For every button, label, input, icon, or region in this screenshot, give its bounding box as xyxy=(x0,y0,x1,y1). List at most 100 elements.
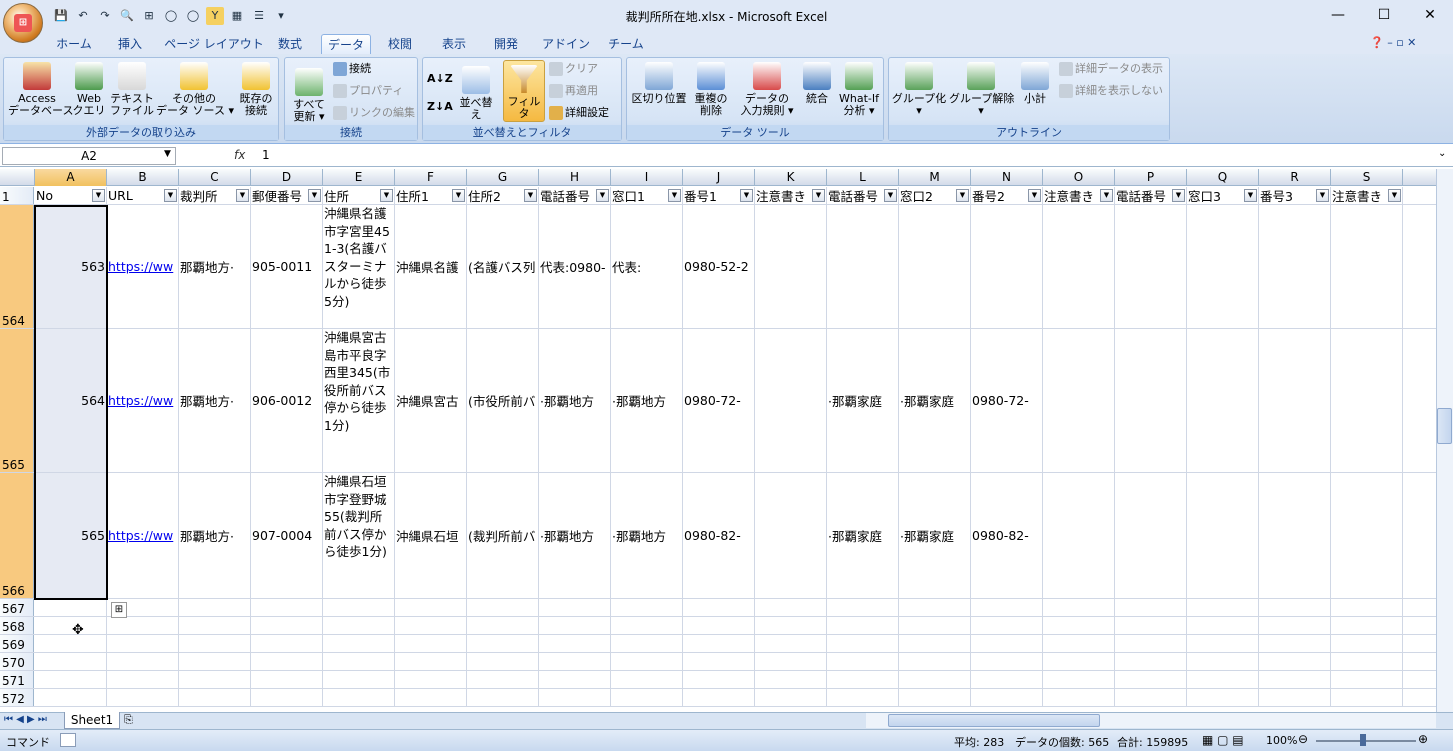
cell-m[interactable] xyxy=(899,653,971,670)
filter-dropdown-icon[interactable]: ▼ xyxy=(524,189,537,202)
column-header-o[interactable]: O xyxy=(1043,169,1115,186)
cell-b[interactable] xyxy=(107,617,179,634)
cell-b[interactable] xyxy=(107,653,179,670)
header-cell-r[interactable]: 番号3 ▼ xyxy=(1259,187,1331,204)
minimize-button[interactable]: — xyxy=(1315,0,1361,30)
cell-r[interactable] xyxy=(1259,599,1331,616)
header-cell-s[interactable]: 注意書き ▼ xyxy=(1331,187,1403,204)
cell-f[interactable] xyxy=(395,599,467,616)
cell-b[interactable] xyxy=(107,671,179,688)
cell-a[interactable]: 563 xyxy=(35,205,107,328)
row-header[interactable]: 572 xyxy=(0,689,34,706)
tab-data[interactable]: データ xyxy=(321,34,371,54)
cell-e[interactable] xyxy=(323,671,395,688)
group-button[interactable]: グループ化 ▾ xyxy=(891,62,947,117)
column-header-j[interactable]: J xyxy=(683,169,755,186)
cell-f[interactable]: 沖縄県石垣 xyxy=(395,473,467,598)
header-cell-l[interactable]: 電話番号 ▼ xyxy=(827,187,899,204)
cell-e[interactable] xyxy=(323,689,395,706)
cell-g[interactable] xyxy=(467,599,539,616)
cell-d[interactable] xyxy=(251,635,323,652)
remove-duplicates-button[interactable]: 重複の 削除 xyxy=(691,62,731,117)
sort-za-icon[interactable]: Z↓A xyxy=(427,98,453,116)
cell-c[interactable]: 那覇地方· xyxy=(179,473,251,598)
cell-q[interactable] xyxy=(1187,599,1259,616)
refresh-all-button[interactable]: すべて 更新 ▾ xyxy=(289,68,329,123)
header-cell-i[interactable]: 窓口1 ▼ xyxy=(611,187,683,204)
header-cell-m[interactable]: 窓口2 ▼ xyxy=(899,187,971,204)
cell-f[interactable]: 沖縄県宮古 xyxy=(395,329,467,472)
cell-j[interactable] xyxy=(683,635,755,652)
cell-i[interactable] xyxy=(611,671,683,688)
cell-q[interactable] xyxy=(1187,617,1259,634)
header-cell-g[interactable]: 住所2 ▼ xyxy=(467,187,539,204)
column-header-f[interactable]: F xyxy=(395,169,467,186)
what-if-button[interactable]: What-If 分析 ▾ xyxy=(837,62,881,117)
column-header-i[interactable]: I xyxy=(611,169,683,186)
cell-c[interactable] xyxy=(179,617,251,634)
cell-f[interactable] xyxy=(395,653,467,670)
zoom-slider-thumb[interactable] xyxy=(1360,734,1366,746)
other-sources-button[interactable]: その他の データ ソース ▾ xyxy=(156,62,234,117)
ungroup-button[interactable]: グループ解除 ▾ xyxy=(949,62,1014,117)
access-button[interactable]: Access データベース xyxy=(8,62,73,117)
cell-d[interactable]: 905-0011 xyxy=(251,205,323,328)
cell-n[interactable]: 0980-82- xyxy=(971,473,1043,598)
cell-o[interactable] xyxy=(1043,205,1115,328)
cell-l[interactable] xyxy=(827,635,899,652)
cell-j[interactable]: 0980-72- xyxy=(683,329,755,472)
sheet-tab-sheet1[interactable]: Sheet1 xyxy=(64,712,120,729)
cell-n[interactable]: 0980-72- xyxy=(971,329,1043,472)
sheet-nav-icons[interactable]: ⏮ ◀ ▶ ⏭ xyxy=(4,714,47,725)
cell-j[interactable] xyxy=(683,617,755,634)
cell-l[interactable]: ·那覇家庭 xyxy=(827,473,899,598)
cell-k[interactable] xyxy=(755,689,827,706)
cell-c[interactable] xyxy=(179,635,251,652)
horizontal-scroll-thumb[interactable] xyxy=(888,714,1100,727)
cell-o[interactable] xyxy=(1043,689,1115,706)
cell-r[interactable] xyxy=(1259,671,1331,688)
cell-q[interactable] xyxy=(1187,635,1259,652)
column-header-q[interactable]: Q xyxy=(1187,169,1259,186)
cell-o[interactable] xyxy=(1043,617,1115,634)
filter-dropdown-icon[interactable]: ▼ xyxy=(380,189,393,202)
cell-r[interactable] xyxy=(1259,635,1331,652)
column-header-h[interactable]: H xyxy=(539,169,611,186)
row-header[interactable]: 567 xyxy=(0,599,34,616)
zoom-in-icon[interactable]: ⊕ xyxy=(1418,732,1428,746)
column-header-l[interactable]: L xyxy=(827,169,899,186)
cell-m[interactable] xyxy=(899,599,971,616)
column-header-a[interactable]: A xyxy=(35,169,107,186)
header-cell-q[interactable]: 窓口3 ▼ xyxy=(1187,187,1259,204)
cell-d[interactable]: 906-0012 xyxy=(251,329,323,472)
tab-developer[interactable]: 開発 xyxy=(486,34,526,54)
filter-dropdown-icon[interactable]: ▼ xyxy=(1100,189,1113,202)
cell-h[interactable] xyxy=(539,689,611,706)
cell-q[interactable] xyxy=(1187,473,1259,598)
cell-g[interactable] xyxy=(467,617,539,634)
cell-k[interactable] xyxy=(755,671,827,688)
cell-i[interactable] xyxy=(611,653,683,670)
cell-d[interactable] xyxy=(251,689,323,706)
cell-c[interactable]: 那覇地方· xyxy=(179,329,251,472)
cell-d[interactable] xyxy=(251,653,323,670)
cell-s[interactable] xyxy=(1331,653,1403,670)
cell-a[interactable] xyxy=(35,653,107,670)
filter-dropdown-icon[interactable]: ▼ xyxy=(1244,189,1257,202)
name-box-dropdown-icon[interactable]: ▼ xyxy=(164,149,171,159)
cell-j[interactable]: 0980-82- xyxy=(683,473,755,598)
header-cell-c[interactable]: 裁判所 ▼ xyxy=(179,187,251,204)
help-icon[interactable]: ❓ – ▫ ✕ xyxy=(1370,36,1416,49)
cell-i[interactable] xyxy=(611,617,683,634)
tab-review[interactable]: 校閲 xyxy=(380,34,420,54)
cell-o[interactable] xyxy=(1043,653,1115,670)
cell-d[interactable]: 907-0004 xyxy=(251,473,323,598)
cell-a[interactable] xyxy=(35,617,107,634)
subtotal-button[interactable]: 小計 xyxy=(1017,62,1053,105)
tab-formulas[interactable]: 数式 xyxy=(270,34,310,54)
cell-n[interactable] xyxy=(971,635,1043,652)
cell-i[interactable]: ·那覇地方 xyxy=(611,473,683,598)
cell-f[interactable] xyxy=(395,671,467,688)
cell-c[interactable] xyxy=(179,599,251,616)
advanced-filter-button[interactable]: 詳細設定 xyxy=(549,104,609,122)
